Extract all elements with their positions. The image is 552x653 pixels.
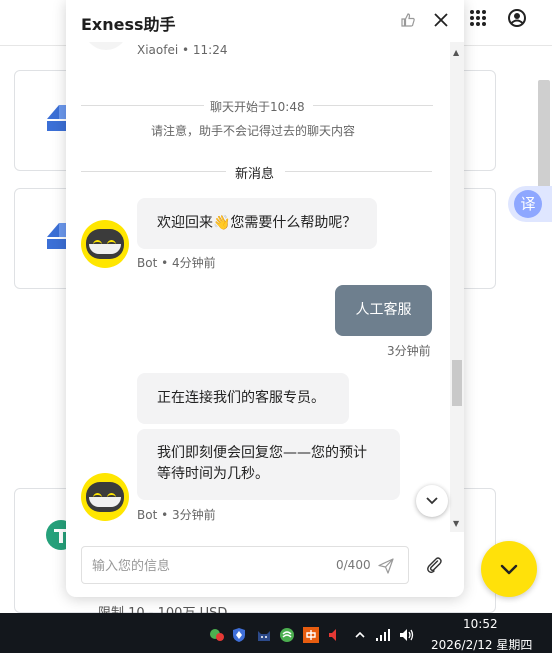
scroll-to-bottom-button[interactable] [416,485,448,517]
scroll-up-arrow-icon[interactable]: ▲ [453,48,459,57]
chevron-up-icon[interactable] [352,627,368,643]
chat-widget: Exness助手 Xiaofei • 11:24 聊天开始于10:48 请注意，… [66,0,464,597]
character-counter: 0/400 [336,558,371,572]
divider [285,171,432,172]
divider [81,105,204,106]
thumbs-up-icon[interactable] [400,12,416,28]
chat-scrollbar[interactable]: ▲ ▼ [450,42,464,532]
cat-icon[interactable] [256,627,272,643]
message-meta: 3分钟前 [387,344,431,358]
volume-icon[interactable] [399,627,415,643]
chevron-down-icon [500,564,518,575]
send-icon[interactable] [378,558,394,574]
taskbar-date[interactable]: 2026/2/12 星期四 [431,636,532,653]
translate-button[interactable]: 译 [508,186,552,222]
bot-message-bubble: 我们即刻便会回复您——您的预计等待时间为几秒。 [137,429,400,500]
bot-avatar [81,473,129,521]
shield-icon[interactable] [231,627,247,643]
network-icon[interactable] [375,627,391,643]
user-message-bubble: 人工客服 [335,285,432,336]
chat-toggle-button[interactable] [481,541,537,597]
divider [81,171,226,172]
new-messages-label: 新消息 [235,167,275,182]
scrollbar-thumb[interactable] [452,360,462,406]
message-meta: Xiaofei • 11:24 [137,43,228,57]
bot-message-bubble: 欢迎回来👋您需要什么帮助呢？ [137,198,377,249]
memory-notice: 请注意，助手不会记得过去的聊天内容 [151,124,356,138]
update-icon[interactable] [279,627,295,643]
message-meta: Bot • 4分钟前 [137,256,216,270]
bot-message-bubble: 正在连接我们的客服专员。 [137,373,349,424]
avatar [84,42,128,50]
translate-icon: 译 [514,190,542,218]
message-input[interactable] [92,555,312,577]
divider [313,105,433,106]
message-input-box[interactable]: 0/400 [81,546,409,584]
chat-started-text: 聊天开始于10:48 [210,100,305,114]
wechat-icon[interactable] [209,627,225,643]
close-icon[interactable] [433,11,449,29]
account-icon[interactable] [507,8,527,28]
input-method-icon[interactable] [303,627,319,643]
page: 限制 10 - 100万 USD 译 Exness助手 Xiaofei • 11… [0,0,552,653]
message-meta: Bot • 3分钟前 [137,508,216,522]
scroll-down-arrow-icon[interactable]: ▼ [453,519,459,528]
chevron-down-icon [426,497,438,505]
chat-title: Exness助手 [81,15,176,34]
chat-header: Exness助手 [66,0,464,42]
taskbar-time[interactable]: 10:52 [463,617,498,631]
message-list[interactable]: Xiaofei • 11:24 聊天开始于10:48 请注意，助手不会记得过去的… [66,42,450,532]
paperclip-icon[interactable] [425,556,443,574]
grid-icon[interactable] [468,8,488,28]
speaker-red-icon[interactable] [327,627,343,643]
bot-avatar [81,220,129,268]
page-scrollbar[interactable] [538,80,550,190]
